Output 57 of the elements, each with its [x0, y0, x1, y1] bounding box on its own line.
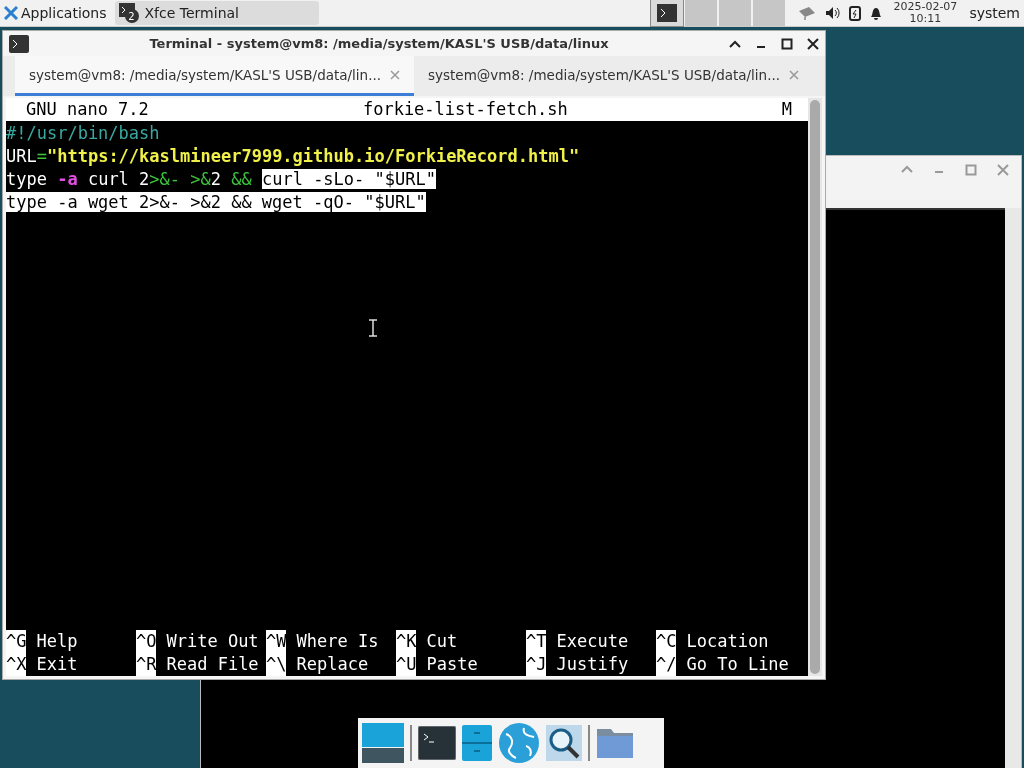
shortcut-label: Execute: [556, 630, 629, 653]
close-icon[interactable]: [807, 37, 819, 50]
xfce-logo-icon: [4, 6, 18, 20]
folder-icon[interactable]: [596, 727, 634, 759]
shortcut-label: Write Out: [166, 630, 259, 653]
shortcut-key: ^G: [6, 630, 27, 653]
shortcut-label: Location: [686, 630, 769, 653]
shortcut-label: Justify: [556, 653, 629, 676]
file-cabinet-icon[interactable]: [462, 725, 492, 761]
modified-status-text: M: [781, 98, 792, 121]
shortcut-key: ^O: [136, 630, 157, 653]
volume-icon[interactable]: [825, 5, 842, 21]
shortcut-label: Go To Line: [686, 653, 789, 676]
shortcut-label: Help: [36, 630, 78, 653]
window-title: Terminal - system@vm8: /media/system/KASL'S USB/data/linux: [148, 36, 610, 51]
shortcut-key: ^R: [136, 653, 157, 676]
code-line: type -a curl 2>&- >&2 && curl -sLo- "$URL": [6, 168, 437, 191]
battery-icon[interactable]: [849, 5, 862, 21]
search-icon[interactable]: [546, 725, 582, 761]
shortcut-key: ^J: [526, 653, 547, 676]
shortcut-label: Read File: [166, 653, 259, 676]
scrollbar[interactable]: [808, 98, 822, 676]
shortcut-key: ^T: [526, 630, 547, 653]
terminal-icon[interactable]: [418, 726, 456, 760]
shortcut-key: ^C: [656, 630, 677, 653]
globe-icon[interactable]: [498, 722, 540, 764]
shortcut-label: Cut: [426, 630, 458, 653]
shortcut-label: Where Is: [296, 630, 379, 653]
workspace-button[interactable]: [651, 0, 684, 26]
taskbar-button[interactable]: 2 Xfce Terminal: [114, 1, 319, 25]
text-cursor-icon: [368, 319, 378, 337]
shortcut-key: ^U: [396, 653, 417, 676]
maximize-icon[interactable]: [781, 37, 793, 50]
show-desktop-icon[interactable]: [362, 723, 404, 763]
shortcut-key: ^W: [266, 630, 287, 653]
shortcut-label: Exit: [36, 653, 78, 676]
window-count-badge: 2: [124, 9, 139, 23]
file-name: forkie-list-fetch.sh: [362, 98, 568, 121]
terminal-tab[interactable]: system@vm8: /media/system/KASL'S USB/data/lin...: [15, 56, 414, 96]
shortcut-key: ^X: [6, 653, 27, 676]
user-name[interactable]: system: [969, 5, 1020, 21]
shortcut-label: Replace: [296, 653, 369, 676]
shortcut-label: Paste: [426, 653, 478, 676]
nano-version: GNU nano 7.2: [26, 98, 149, 121]
code-line: URL="https://kaslmineer7999.github.io/ForkieRecord.html": [6, 145, 581, 168]
notification-bell-icon[interactable]: [869, 5, 884, 21]
shortcut-key: ^K: [396, 630, 417, 653]
clock[interactable]: 2025-02-07 10:11: [893, 1, 958, 25]
shade-icon[interactable]: [729, 38, 741, 49]
shortcut-key: ^/: [656, 653, 677, 676]
shortcut-key: ^\: [266, 653, 287, 676]
terminal-icon: [9, 34, 29, 53]
network-icon[interactable]: [797, 5, 818, 21]
terminal-tab[interactable]: system@vm8: /media/system/KASL'S USB/data/lin...: [414, 56, 813, 96]
code-line: #!/usr/bin/bash: [6, 122, 161, 145]
applications-menu[interactable]: Applications: [0, 0, 111, 26]
scrollbar[interactable]: [1005, 208, 1021, 768]
